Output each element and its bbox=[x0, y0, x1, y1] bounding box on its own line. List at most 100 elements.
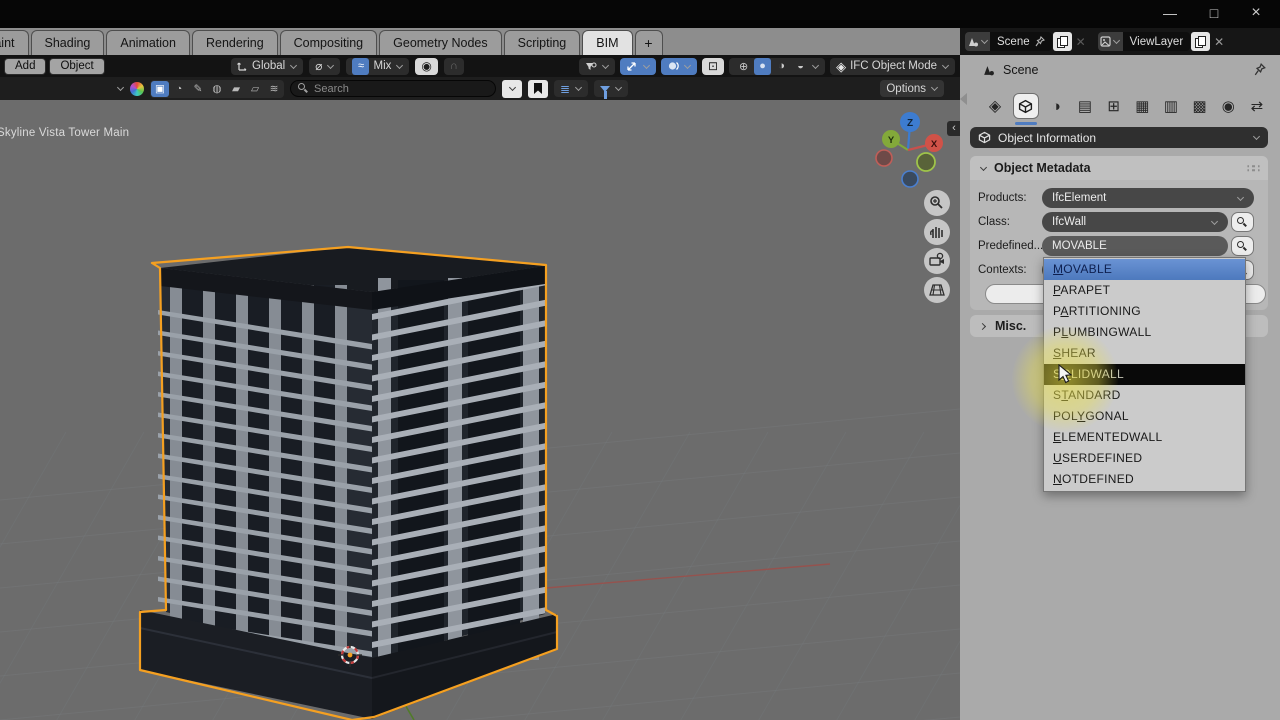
wireframe-shading-button[interactable]: ⊕ bbox=[735, 58, 752, 75]
gizmos-toggle-dropdown[interactable] bbox=[620, 58, 656, 75]
search-field[interactable] bbox=[290, 80, 496, 97]
expand-tool-settings-chevron[interactable] bbox=[116, 85, 124, 93]
tool-settings-bar: ▣◔✎◍▰▱≋ ≣ Options bbox=[0, 77, 960, 100]
select-tool-3[interactable]: ◍ bbox=[208, 81, 226, 97]
options-dropdown[interactable]: Options bbox=[880, 80, 944, 97]
navigation-gizmo[interactable]: Z Y X bbox=[876, 112, 943, 187]
xray-toggle[interactable]: ⊡ bbox=[702, 58, 724, 75]
select-tool-5[interactable]: ▱ bbox=[246, 81, 264, 97]
tab-shading[interactable]: Shading bbox=[31, 30, 105, 55]
dropdown-item-notdefined[interactable]: NOTDEFINED bbox=[1044, 469, 1245, 490]
material-shading-button[interactable]: ◑ bbox=[773, 58, 790, 75]
dropdown-item-userdefined[interactable]: USERDEFINED bbox=[1044, 448, 1245, 469]
building-object[interactable] bbox=[140, 247, 557, 720]
tab-node-properties[interactable]: ⊞ bbox=[1103, 97, 1125, 115]
snapping-dropdown[interactable]: ⌀ bbox=[309, 58, 340, 75]
mode-dropdown[interactable]: ◈ IFC Object Mode bbox=[830, 58, 955, 75]
camera-view-button[interactable] bbox=[924, 248, 950, 274]
hierarchy-filter-dropdown[interactable]: ≣ bbox=[554, 80, 588, 97]
dropdown-item-standard[interactable]: STANDARD bbox=[1044, 385, 1245, 406]
tab-constraint-properties[interactable]: ⇄ bbox=[1246, 97, 1268, 115]
viewlayer-selector[interactable]: ViewLayer ✕ bbox=[1098, 32, 1229, 51]
gizmo-negative-x[interactable] bbox=[876, 150, 892, 166]
solid-shading-button[interactable]: ● bbox=[754, 58, 771, 75]
drag-grip-icon[interactable]: ∷∷ bbox=[1247, 162, 1259, 175]
select-tool-4[interactable]: ▰ bbox=[227, 81, 245, 97]
proportional-editing-toggle[interactable]: ◉ bbox=[415, 58, 437, 75]
object-information-header[interactable]: Object Information bbox=[970, 127, 1268, 148]
search-dropdown-button[interactable] bbox=[502, 80, 522, 98]
object-metadata-header[interactable]: Object Metadata ∷∷ bbox=[970, 156, 1268, 180]
gizmo-negative-y[interactable] bbox=[917, 153, 935, 171]
add-menu-button[interactable]: Add bbox=[4, 58, 46, 75]
tab-physics-properties[interactable]: ◉ bbox=[1217, 97, 1239, 115]
tab-bim[interactable]: BIM bbox=[582, 30, 632, 55]
dropdown-item-solidwall[interactable]: SOLIDWALL bbox=[1044, 364, 1245, 385]
tab-scripting[interactable]: Scripting bbox=[504, 30, 581, 55]
dropdown-item-elementedwall[interactable]: ELEMENTEDWALL bbox=[1044, 427, 1245, 448]
unlink-scene-button[interactable]: ✕ bbox=[1072, 35, 1090, 49]
bookmark-button[interactable] bbox=[528, 80, 548, 98]
rendered-shading-button[interactable]: ◒ bbox=[792, 58, 809, 75]
scene-icon bbox=[982, 64, 995, 77]
new-viewlayer-button[interactable] bbox=[1191, 32, 1210, 51]
search-input[interactable] bbox=[314, 83, 474, 95]
sidebar-collapse-arrow[interactable]: ‹ bbox=[947, 121, 960, 136]
select-tool-group: ▣◔✎◍▰▱≋ bbox=[150, 80, 284, 98]
dropdown-item-shear[interactable]: SHEAR bbox=[1044, 343, 1245, 364]
dropdown-item-plumbingwall[interactable]: PLUMBINGWALL bbox=[1044, 322, 1245, 343]
tab-paint[interactable]: Paint bbox=[0, 30, 29, 55]
blend-mode-dropdown[interactable]: ≈ Mix bbox=[346, 58, 409, 75]
tab-compositing[interactable]: Compositing bbox=[280, 30, 377, 55]
remove-viewlayer-button[interactable]: ✕ bbox=[1210, 35, 1228, 49]
pin-icon[interactable] bbox=[1035, 36, 1045, 47]
tab-collection-properties[interactable]: ▩ bbox=[1189, 97, 1211, 115]
class-dropdown[interactable]: IfcWall bbox=[1042, 212, 1228, 232]
gizmo-negative-z[interactable] bbox=[902, 171, 918, 187]
close-button[interactable]: × bbox=[1234, 0, 1278, 28]
transform-orientation-dropdown[interactable]: Global bbox=[231, 58, 303, 75]
scene-selector[interactable]: Scene ✕ bbox=[965, 32, 1090, 51]
minimize-button[interactable]: — bbox=[1148, 0, 1192, 28]
chevron-down-icon bbox=[289, 62, 297, 70]
zoom-button[interactable] bbox=[924, 190, 950, 216]
filter-dropdown[interactable] bbox=[594, 80, 628, 97]
add-workspace-tab[interactable]: + bbox=[635, 30, 663, 55]
pin-id-button[interactable] bbox=[1254, 63, 1266, 81]
class-search-button[interactable] bbox=[1231, 212, 1254, 232]
blend-icon: ≈ bbox=[352, 58, 369, 75]
show-gizmo-dropdown[interactable] bbox=[579, 58, 615, 75]
tab-rendering[interactable]: Rendering bbox=[192, 30, 278, 55]
select-tool-2[interactable]: ✎ bbox=[189, 81, 207, 97]
predefined-dropdown[interactable]: MOVABLE bbox=[1042, 236, 1228, 256]
select-tool-1[interactable]: ◔ bbox=[170, 81, 188, 97]
dropdown-item-polygonal[interactable]: POLYGONAL bbox=[1044, 406, 1245, 427]
tab-output-properties[interactable]: ▤ bbox=[1074, 97, 1096, 115]
dropdown-item-movable[interactable]: MOVABLE bbox=[1044, 259, 1245, 280]
tab-render-properties[interactable]: ◑ bbox=[1045, 98, 1067, 115]
predefined-search-button[interactable] bbox=[1231, 236, 1254, 256]
color-wheel-icon[interactable] bbox=[130, 82, 144, 96]
maximize-button[interactable]: □ bbox=[1192, 0, 1236, 28]
pan-button[interactable] bbox=[924, 219, 950, 245]
products-dropdown[interactable]: IfcElement bbox=[1042, 188, 1254, 208]
chevron-down-icon bbox=[811, 62, 819, 70]
object-menu-button[interactable]: Object bbox=[49, 58, 104, 75]
tab-object-properties[interactable] bbox=[1013, 93, 1039, 119]
select-tool-0[interactable]: ▣ bbox=[151, 81, 169, 97]
tab-animation[interactable]: Animation bbox=[106, 30, 190, 55]
panel-resize-handle[interactable] bbox=[960, 93, 967, 105]
tab-ifc-project[interactable]: ◈ bbox=[984, 96, 1006, 116]
new-scene-button[interactable] bbox=[1053, 32, 1072, 51]
tab-modifier-properties[interactable]: ▥ bbox=[1160, 97, 1182, 115]
chevron-down-icon bbox=[508, 85, 516, 93]
falloff-dropdown[interactable]: ∩ bbox=[444, 58, 464, 75]
select-tool-6[interactable]: ≋ bbox=[265, 81, 283, 97]
chevron-down-icon bbox=[980, 38, 988, 46]
dropdown-item-partitioning[interactable]: PARTITIONING bbox=[1044, 301, 1245, 322]
tab-tool-properties[interactable]: ▦ bbox=[1131, 97, 1153, 115]
3d-viewport[interactable]: Z Y X Sk bbox=[0, 100, 960, 720]
overlays-toggle-dropdown[interactable] bbox=[661, 58, 697, 75]
dropdown-item-parapet[interactable]: PARAPET bbox=[1044, 280, 1245, 301]
tab-geometry-nodes[interactable]: Geometry Nodes bbox=[379, 30, 501, 55]
